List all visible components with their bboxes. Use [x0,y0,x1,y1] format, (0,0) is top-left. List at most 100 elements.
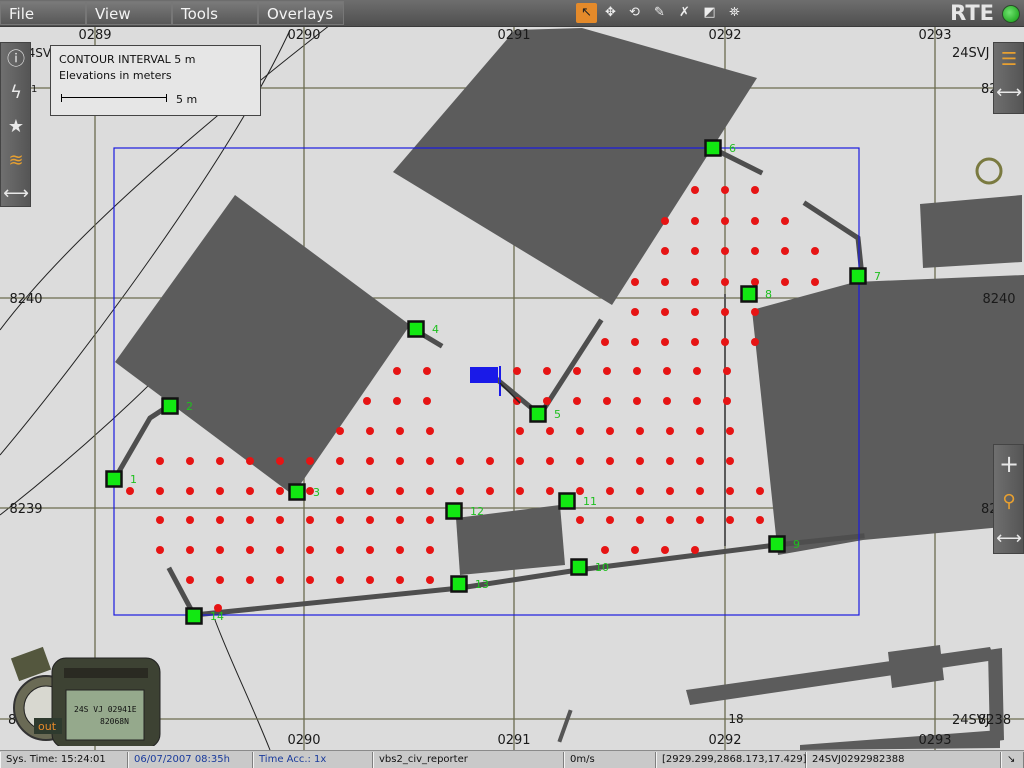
elevation-label: Elevations in meters [59,69,172,82]
resize-horizontal-icon[interactable]: ⟷ [996,525,1022,553]
grid-label: 8238 [978,713,1011,728]
layer-list-icon[interactable]: ☰ [996,46,1022,74]
point-marker [456,457,464,465]
point-marker [633,397,641,405]
point-marker [606,457,614,465]
waypoint-6[interactable]: 6 [704,139,737,157]
point-marker [721,217,729,225]
grid-label: 0293 [918,28,951,43]
point-marker [336,487,344,495]
point-marker [216,457,224,465]
point-marker [486,487,494,495]
point-marker [781,278,789,286]
point-marker [366,576,374,584]
select-arrow-icon[interactable]: ↖ [576,3,597,23]
waypoint-label: 12 [470,505,484,518]
waypoint-5[interactable]: 5 [529,405,562,423]
gps-out-label[interactable]: out [38,720,57,733]
point-marker [721,278,729,286]
point-marker [396,576,404,584]
point-marker [576,516,584,524]
point-marker [666,516,674,524]
point-marker [546,487,554,495]
point-marker [723,397,731,405]
waypoint-8[interactable]: 8 [740,285,773,303]
point-marker [393,397,401,405]
waypoint-3[interactable]: 3 [288,483,321,501]
waypoint-2[interactable]: 2 [161,397,194,415]
grid-label: 0289 [78,28,111,43]
waypoint-add-icon[interactable]: ✎ [649,3,670,23]
point-marker [516,457,524,465]
point-marker [426,427,434,435]
point-marker [576,427,584,435]
point-marker [606,487,614,495]
point-marker [486,457,494,465]
point-marker [691,338,699,346]
resize-horizontal-icon[interactable]: ⟷ [3,180,29,208]
point-marker [631,546,639,554]
sys-time: Sys. Time: 15:24:01 [0,752,128,768]
point-marker [396,427,404,435]
menu-bar: File View Tools Overlays ↖ ✥ ⟲ ✎ ✗ ◩ ⛯ R… [0,0,1024,27]
lightning-icon[interactable]: ϟ [3,79,29,107]
zoom-rect-icon[interactable]: ◩ [699,3,720,23]
gps-line2: 82068N [100,717,129,726]
point-marker [696,427,704,435]
point-marker [546,457,554,465]
waypoint-7[interactable]: 7 [849,267,882,285]
point-marker [543,367,551,375]
waypoint-label: 3 [313,486,320,499]
zoom-in-icon[interactable]: + [996,450,1022,478]
point-marker [666,487,674,495]
gps-device[interactable]: 24S VJ 02941E 82068N out [8,646,168,746]
waypoint-9[interactable]: 9 [768,535,801,553]
point-marker [666,427,674,435]
point-marker [726,427,734,435]
point-marker [186,516,194,524]
waypoint-remove-icon[interactable]: ✗ [674,3,695,23]
menu-tools[interactable]: Tools [172,1,258,25]
point-marker [216,576,224,584]
layers-icon[interactable]: ≋ [3,147,29,175]
menu-overlays[interactable]: Overlays [258,1,344,25]
grid-label: 0290 [287,733,320,748]
point-marker [576,487,584,495]
move-icon[interactable]: ✥ [600,3,621,23]
waypoint-label: 4 [432,323,439,336]
search-icon[interactable]: ⚲ [996,488,1022,516]
point-marker [636,457,644,465]
grid-label: 8240 [982,292,1015,307]
point-marker [186,487,194,495]
info-icon[interactable]: ⓘ [3,46,29,74]
point-marker [336,516,344,524]
star-icon[interactable]: ★ [3,113,29,141]
waypoint-label: 8 [765,288,772,301]
grid-label: 0290 [287,28,320,43]
waypoint-1[interactable]: 1 [105,470,138,488]
point-marker [751,278,759,286]
rotate-icon[interactable]: ⟲ [624,3,645,23]
resize-grip-icon[interactable]: ↘ [1001,752,1024,768]
menu-view[interactable]: View [86,1,172,25]
scale-bar [61,94,167,102]
point-marker [726,516,734,524]
menu-file[interactable]: File [0,1,86,25]
point-marker [396,457,404,465]
place-unit-icon[interactable]: ⛯ [724,3,745,23]
user-name: vbs2_civ_reporter [373,752,564,768]
point-marker [276,576,284,584]
waypoint-4[interactable]: 4 [407,320,440,338]
point-marker [633,367,641,375]
point-marker [663,367,671,375]
point-marker [691,247,699,255]
point-marker [601,338,609,346]
waypoint-label: 2 [186,400,193,413]
point-marker [216,487,224,495]
grid-label: 0292 [708,733,741,748]
resize-horizontal-icon[interactable]: ⟷ [996,79,1022,107]
point-marker [126,487,134,495]
point-marker [661,338,669,346]
point-marker [426,487,434,495]
point-marker [396,516,404,524]
